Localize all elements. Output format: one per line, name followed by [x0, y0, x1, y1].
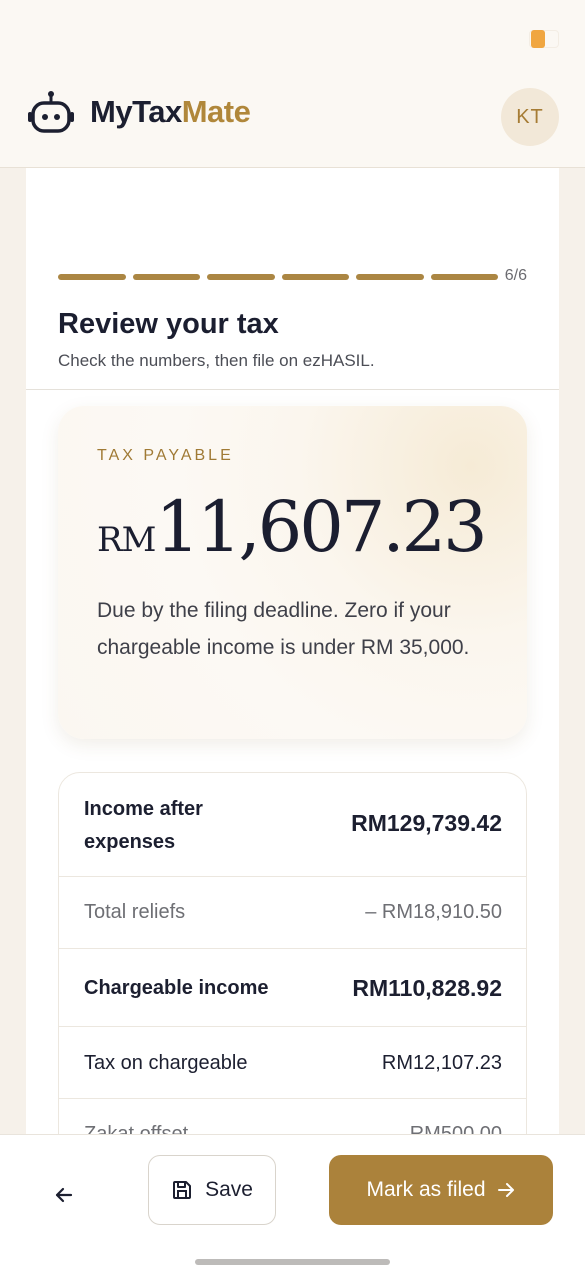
avatar[interactable]: KT — [501, 88, 559, 146]
battery-level — [531, 30, 545, 48]
amount-value: 11,607.23 — [155, 486, 487, 568]
status-bar: 3:18 — [0, 0, 585, 72]
back-button[interactable] — [42, 1173, 86, 1217]
arrow-right-icon — [497, 1183, 514, 1197]
brand-wordmark: MyTaxMate — [90, 94, 251, 130]
summary-label: Total reliefs — [84, 901, 186, 923]
progress-bar — [58, 274, 498, 280]
currency-symbol: RM — [97, 520, 156, 560]
action-bar: Save Mark as filed — [0, 1134, 585, 1280]
progress-step — [281, 274, 349, 280]
mark-as-filed-button[interactable]: Mark as filed — [329, 1155, 553, 1225]
tax-payable-note: Due by the filing deadline. Zero if your… — [97, 599, 470, 659]
tax-payable-amount: RM11,607.23 — [97, 486, 488, 568]
summary-row-zakat: Zakat offset RM500.00 — [59, 1099, 526, 1134]
progress-step — [207, 274, 275, 280]
summary-row-reliefs: Total reliefs – RM18,910.50 — [59, 877, 526, 949]
status-time: 3:18 — [28, 28, 64, 48]
progress-label: 6/6 — [504, 267, 527, 284]
summary-label: Zakat offset — [84, 1123, 189, 1134]
progress-step — [430, 274, 498, 280]
app-header: MyTaxMate KT — [0, 72, 585, 168]
save-button[interactable]: Save — [148, 1155, 276, 1225]
summary-value: RM500.00 — [409, 1123, 502, 1134]
summary-value: RM129,739.42 — [351, 810, 502, 836]
summary-row-chargeable: Chargeable income RM110,828.92 — [59, 949, 526, 1027]
arrow-left-icon — [55, 1187, 73, 1203]
progress-step — [132, 274, 200, 280]
summary-value: RM12,107.23 — [381, 1052, 502, 1074]
tax-payable-label: TAX PAYABLE — [97, 447, 234, 464]
progress-step — [58, 274, 126, 280]
floppy-disk-icon — [173, 1181, 192, 1199]
tax-payable-card: TAX PAYABLE RM11,607.23 Due by the filin… — [58, 406, 527, 739]
summary-value: – RM18,910.50 — [365, 901, 502, 923]
page-subtitle: Check the numbers, then file on ezHASIL. — [58, 351, 375, 370]
summary-row-tax-on-chargeable: Tax on chargeable RM12,107.23 — [59, 1027, 526, 1099]
home-indicator[interactable] — [195, 1259, 390, 1265]
save-button-label: Save — [205, 1178, 253, 1201]
mark-as-filed-label: Mark as filed — [366, 1178, 486, 1201]
brand-part-1: MyTax — [90, 94, 182, 129]
page-title: Review your tax — [58, 308, 279, 340]
summary-label: Income after expenses — [84, 798, 203, 853]
summary-value: RM110,828.92 — [352, 975, 502, 1001]
progress-step — [356, 274, 424, 280]
summary-label: Tax on chargeable — [84, 1052, 248, 1074]
summary-label: Chargeable income — [84, 977, 269, 999]
summary-row-income: Income after expenses RM129,739.42 — [59, 773, 526, 877]
tax-summary-table: Income after expenses RM129,739.42 Total… — [58, 772, 527, 1134]
review-page: 6/6 Review your tax Check the numbers, t… — [26, 168, 559, 1134]
divider — [26, 389, 559, 390]
robot-logo-icon — [28, 91, 74, 133]
brand-part-2: Mate — [181, 94, 251, 129]
